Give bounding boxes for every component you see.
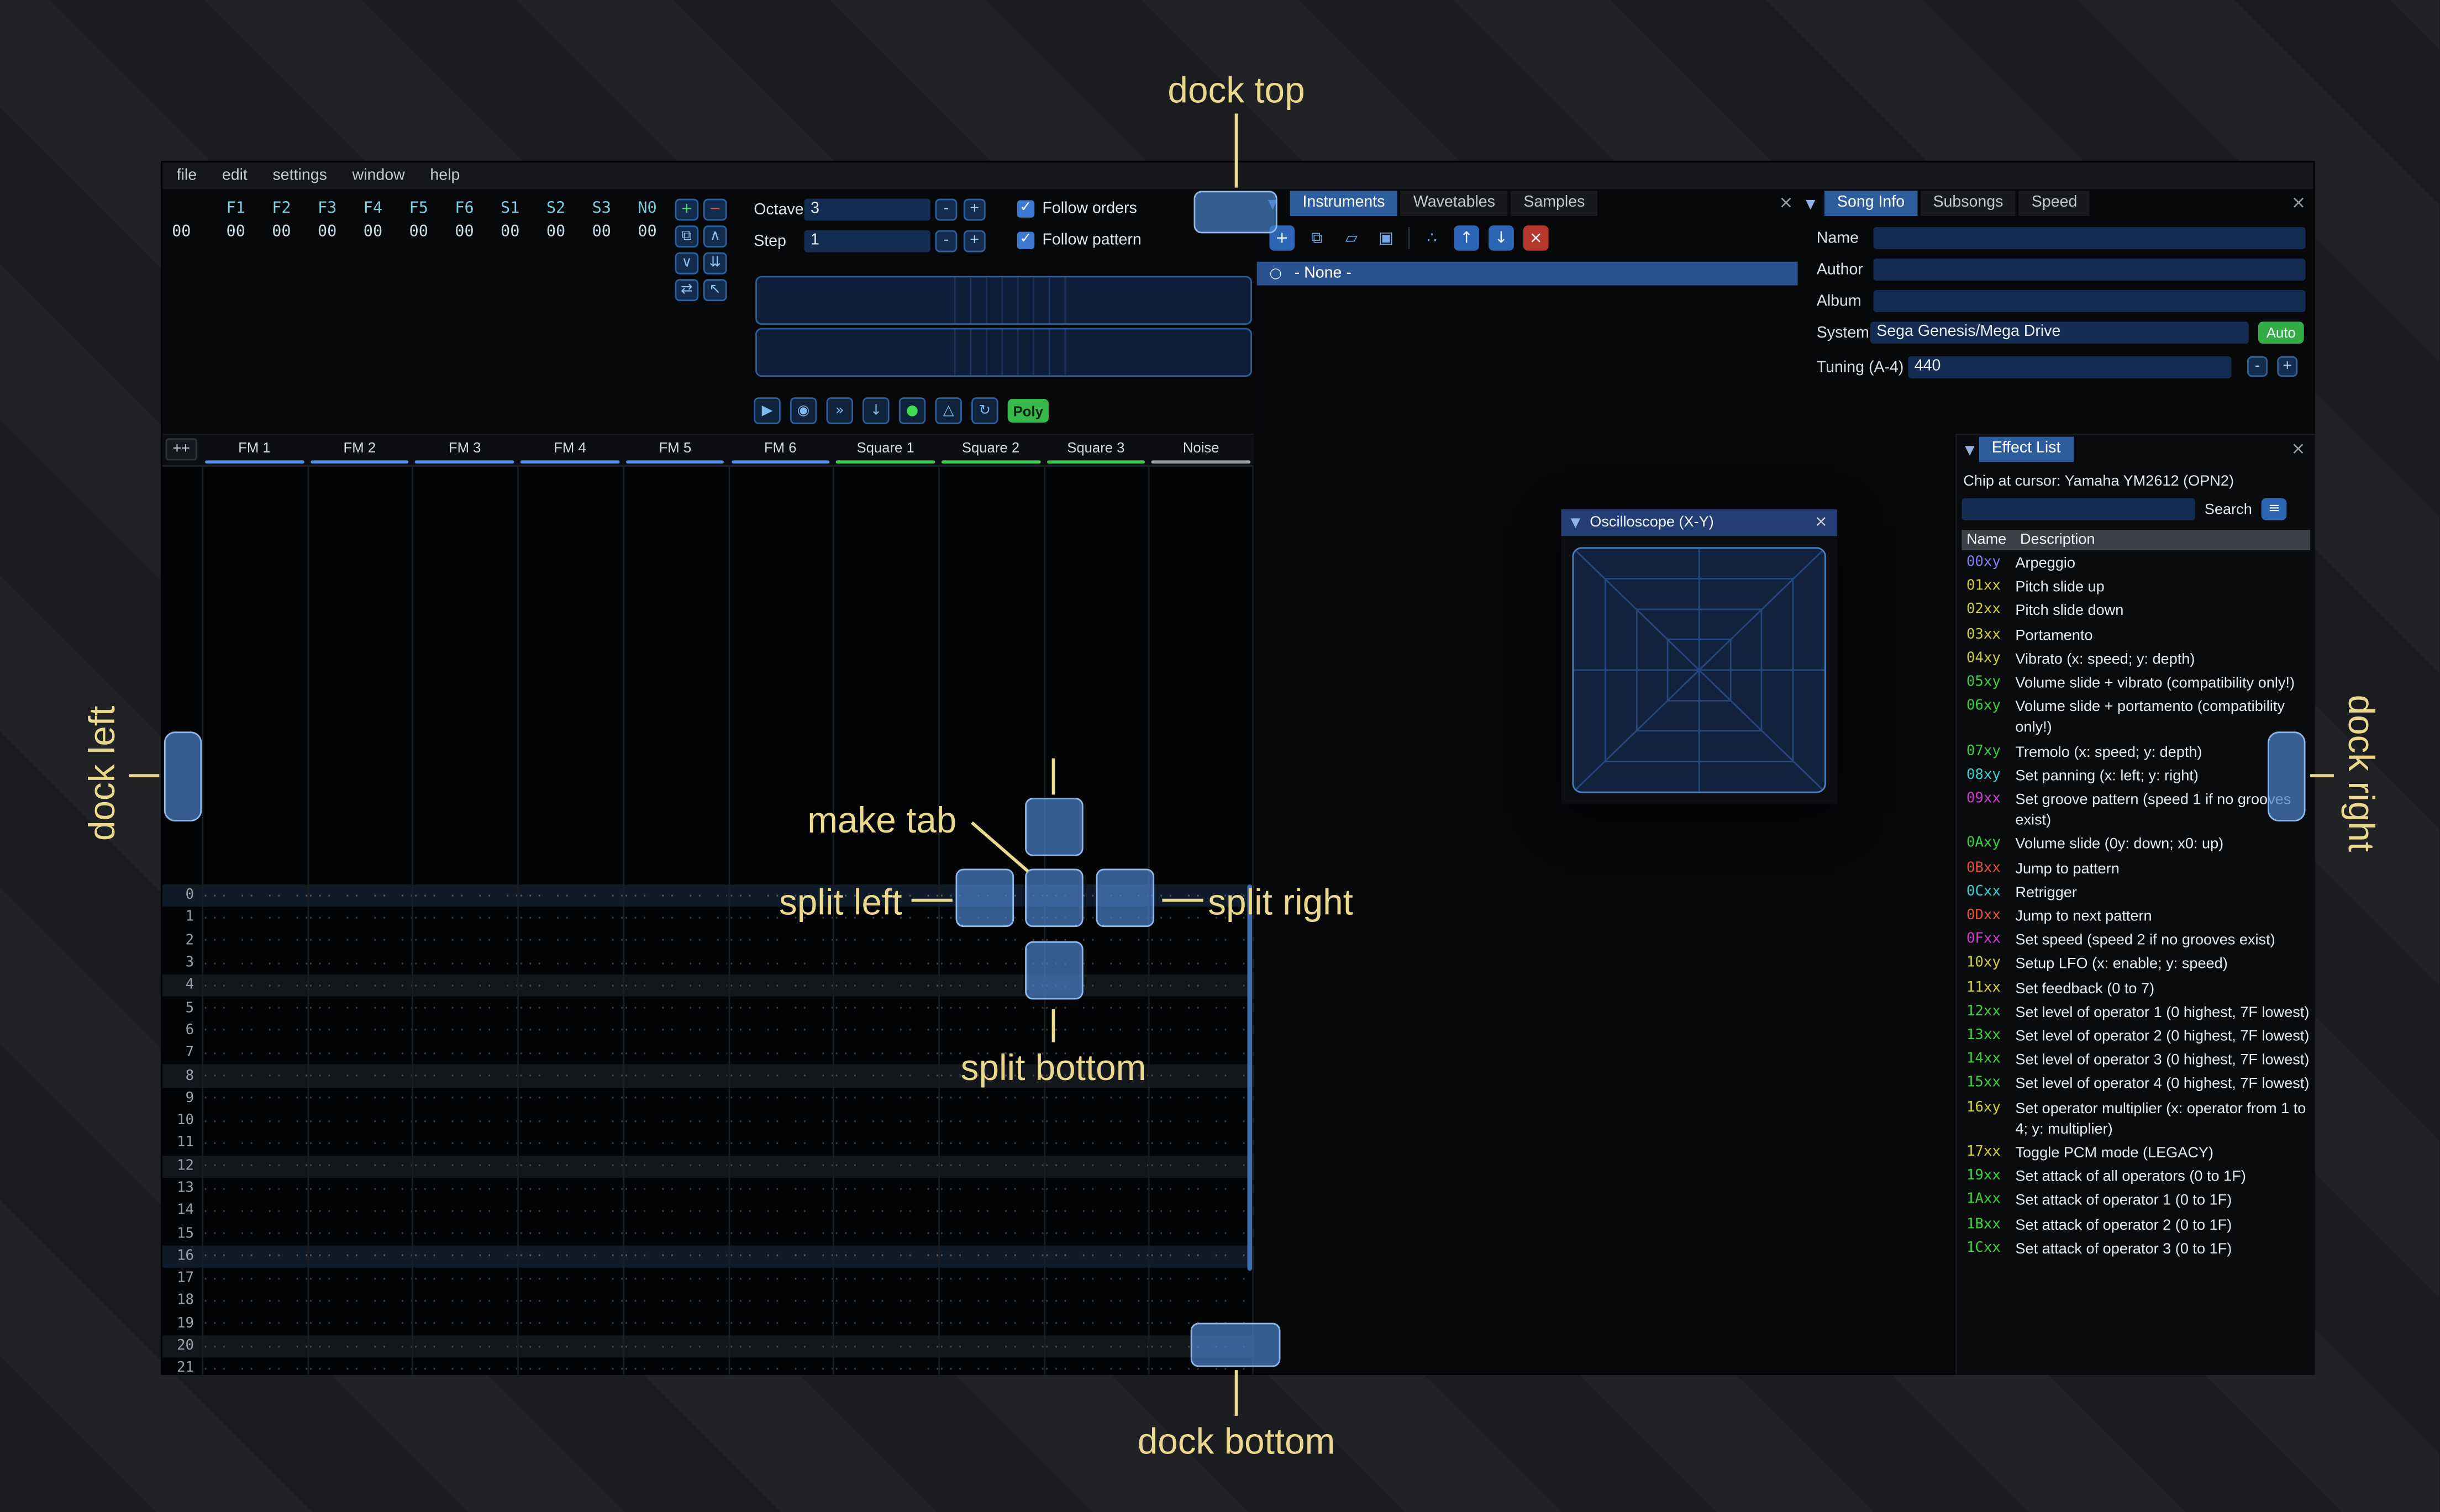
- dock-left-target[interactable]: [164, 731, 202, 821]
- split-right-label: split right: [1208, 881, 1353, 923]
- make-tab-label: make tab: [807, 799, 957, 841]
- desktop-background: file edit settings window help F1 F2 F3 F4 F5 F6 S…: [0, 0, 2440, 1512]
- split-bottom-label: split bottom: [960, 1047, 1147, 1088]
- annotation-line: [129, 774, 160, 778]
- make-tab-target[interactable]: [1025, 868, 1084, 928]
- split-bottom-target[interactable]: [1025, 941, 1084, 1000]
- annotation-line: [1234, 1370, 1238, 1416]
- annotation-line: [911, 898, 953, 902]
- annotation-line: [1051, 1009, 1055, 1042]
- split-right-target[interactable]: [1096, 868, 1155, 928]
- annotation-line: [2310, 774, 2334, 778]
- dock-right-target[interactable]: [2268, 731, 2306, 821]
- split-left-target[interactable]: [955, 868, 1014, 928]
- dock-top-label: dock top: [1168, 69, 1305, 110]
- annotation-line: [1051, 758, 1055, 795]
- dock-bottom-label: dock bottom: [1137, 1420, 1335, 1462]
- annotation-line: [971, 821, 1029, 873]
- dock-right-label: dock right: [2341, 694, 2382, 852]
- docking-overlay: dock top dock bottom dock left dock righ…: [0, 0, 2439, 1512]
- split-left-label: split left: [779, 881, 902, 923]
- annotation-line: [1234, 113, 1238, 188]
- dock-left-label: dock left: [81, 705, 123, 841]
- annotation-line: [1162, 898, 1203, 902]
- split-top-target[interactable]: [1025, 798, 1084, 856]
- dock-bottom-target[interactable]: [1190, 1323, 1281, 1367]
- dock-top-target[interactable]: [1193, 191, 1277, 234]
